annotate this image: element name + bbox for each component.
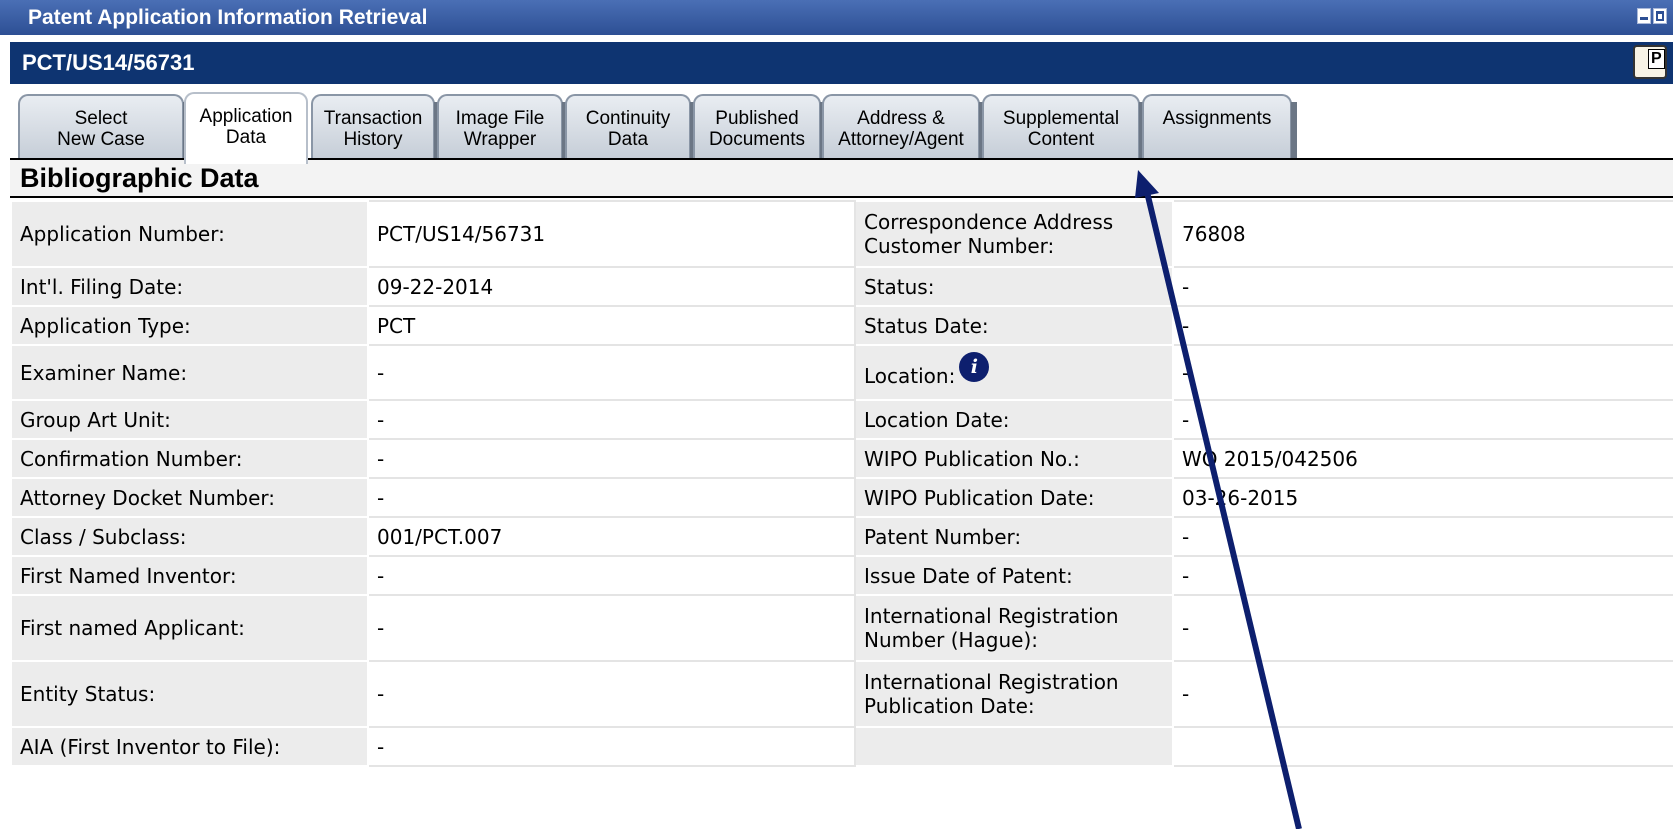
field-label: Correspondence Address Customer Number: (854, 200, 1174, 268)
info-icon[interactable]: i (959, 351, 990, 382)
field-label: Group Art Unit: (10, 399, 369, 440)
field-value: 76808 (1172, 200, 1673, 268)
field-value: - (1172, 516, 1673, 557)
tab-supplemental-content[interactable]: Supplemental Content (982, 94, 1145, 164)
pdf-download-icon[interactable]: P (1633, 45, 1667, 79)
field-label: Int'l. Filing Date: (10, 266, 369, 307)
field-value: WO 2015/042506 (1172, 438, 1673, 479)
field-label: International Registration Number (Hague… (854, 594, 1174, 662)
field-value: - (1172, 344, 1673, 401)
field-label: WIPO Publication Date: (854, 477, 1174, 518)
case-header-bar: PCT/US14/56731 P (10, 42, 1673, 84)
field-label: Status: (854, 266, 1174, 307)
table-row: First named Applicant: - International R… (10, 594, 1673, 662)
field-value: - (367, 660, 856, 728)
tab-bar: Select New Case Application Data Transac… (10, 88, 1673, 164)
field-label: AIA (First Inventor to File): (10, 726, 369, 767)
field-label: Entity Status: (10, 660, 369, 728)
field-label: Class / Subclass: (10, 516, 369, 557)
field-value (1172, 726, 1673, 767)
field-value: PCT (367, 305, 856, 346)
tab-address-attorney-agent[interactable]: Address & Attorney/Agent (822, 94, 985, 164)
window-title-bar: Patent Application Information Retrieval (0, 0, 1673, 35)
field-label: Examiner Name: (10, 344, 369, 401)
field-label: Status Date: (854, 305, 1174, 346)
field-label: Confirmation Number: (10, 438, 369, 479)
field-label (854, 726, 1174, 767)
field-label: Location Date: (854, 399, 1174, 440)
table-row: Int'l. Filing Date: 09-22-2014 Status: - (10, 266, 1673, 307)
maximize-icon[interactable] (1653, 8, 1667, 24)
field-value: - (367, 726, 856, 767)
section-title: Bibliographic Data (20, 163, 259, 193)
case-number: PCT/US14/56731 (22, 50, 195, 75)
table-row: Examiner Name: - Location: i - (10, 344, 1673, 401)
field-value: - (367, 477, 856, 518)
table-row: Attorney Docket Number: - WIPO Publicati… (10, 477, 1673, 518)
field-label: Application Number: (10, 200, 369, 268)
field-value: PCT/US14/56731 (367, 200, 856, 268)
tab-application-data[interactable]: Application Data (184, 92, 308, 164)
table-row: Entity Status: - International Registrat… (10, 660, 1673, 728)
field-value: - (1172, 594, 1673, 662)
field-label: Patent Number: (854, 516, 1174, 557)
field-label: First named Applicant: (10, 594, 369, 662)
minimize-icon[interactable] (1637, 8, 1651, 24)
field-value: 03-26-2015 (1172, 477, 1673, 518)
field-label: WIPO Publication No.: (854, 438, 1174, 479)
field-value: - (1172, 305, 1673, 346)
field-value: 001/PCT.007 (367, 516, 856, 557)
tab-transaction-history[interactable]: Transaction History (311, 94, 440, 164)
window-title: Patent Application Information Retrieval (28, 6, 428, 29)
field-value: - (367, 555, 856, 596)
field-label-location: Location: i (854, 344, 1174, 401)
table-row: AIA (First Inventor to File): - (10, 726, 1673, 767)
table-row: Confirmation Number: - WIPO Publication … (10, 438, 1673, 479)
field-label: First Named Inventor: (10, 555, 369, 596)
table-row: Group Art Unit: - Location Date: - (10, 399, 1673, 440)
field-value: - (367, 344, 856, 401)
table-row: First Named Inventor: - Issue Date of Pa… (10, 555, 1673, 596)
field-value: - (367, 399, 856, 440)
field-value: - (1172, 266, 1673, 307)
field-label: Application Type: (10, 305, 369, 346)
table-row: Application Type: PCT Status Date: - (10, 305, 1673, 346)
window-controls (1637, 8, 1667, 24)
table-row: Class / Subclass: 001/PCT.007 Patent Num… (10, 516, 1673, 557)
tab-published-documents[interactable]: Published Documents (693, 94, 826, 164)
field-value: - (1172, 399, 1673, 440)
field-value: - (1172, 555, 1673, 596)
field-value: - (1172, 660, 1673, 728)
tab-image-file-wrapper[interactable]: Image File Wrapper (437, 94, 568, 164)
field-value: 09-22-2014 (367, 266, 856, 307)
field-label: Attorney Docket Number: (10, 477, 369, 518)
field-label: International Registration Publication D… (854, 660, 1174, 728)
field-value: - (367, 438, 856, 479)
section-header: Bibliographic Data (10, 160, 1673, 198)
field-label: Issue Date of Patent: (854, 555, 1174, 596)
tab-continuity-data[interactable]: Continuity Data (565, 94, 696, 164)
tab-select-new-case[interactable]: Select New Case (18, 94, 189, 164)
tab-assignments[interactable]: Assignments (1142, 94, 1297, 164)
table-row: Application Number: PCT/US14/56731 Corre… (10, 200, 1673, 268)
bibliographic-data-table: Application Number: PCT/US14/56731 Corre… (10, 200, 1673, 767)
field-value: - (367, 594, 856, 662)
